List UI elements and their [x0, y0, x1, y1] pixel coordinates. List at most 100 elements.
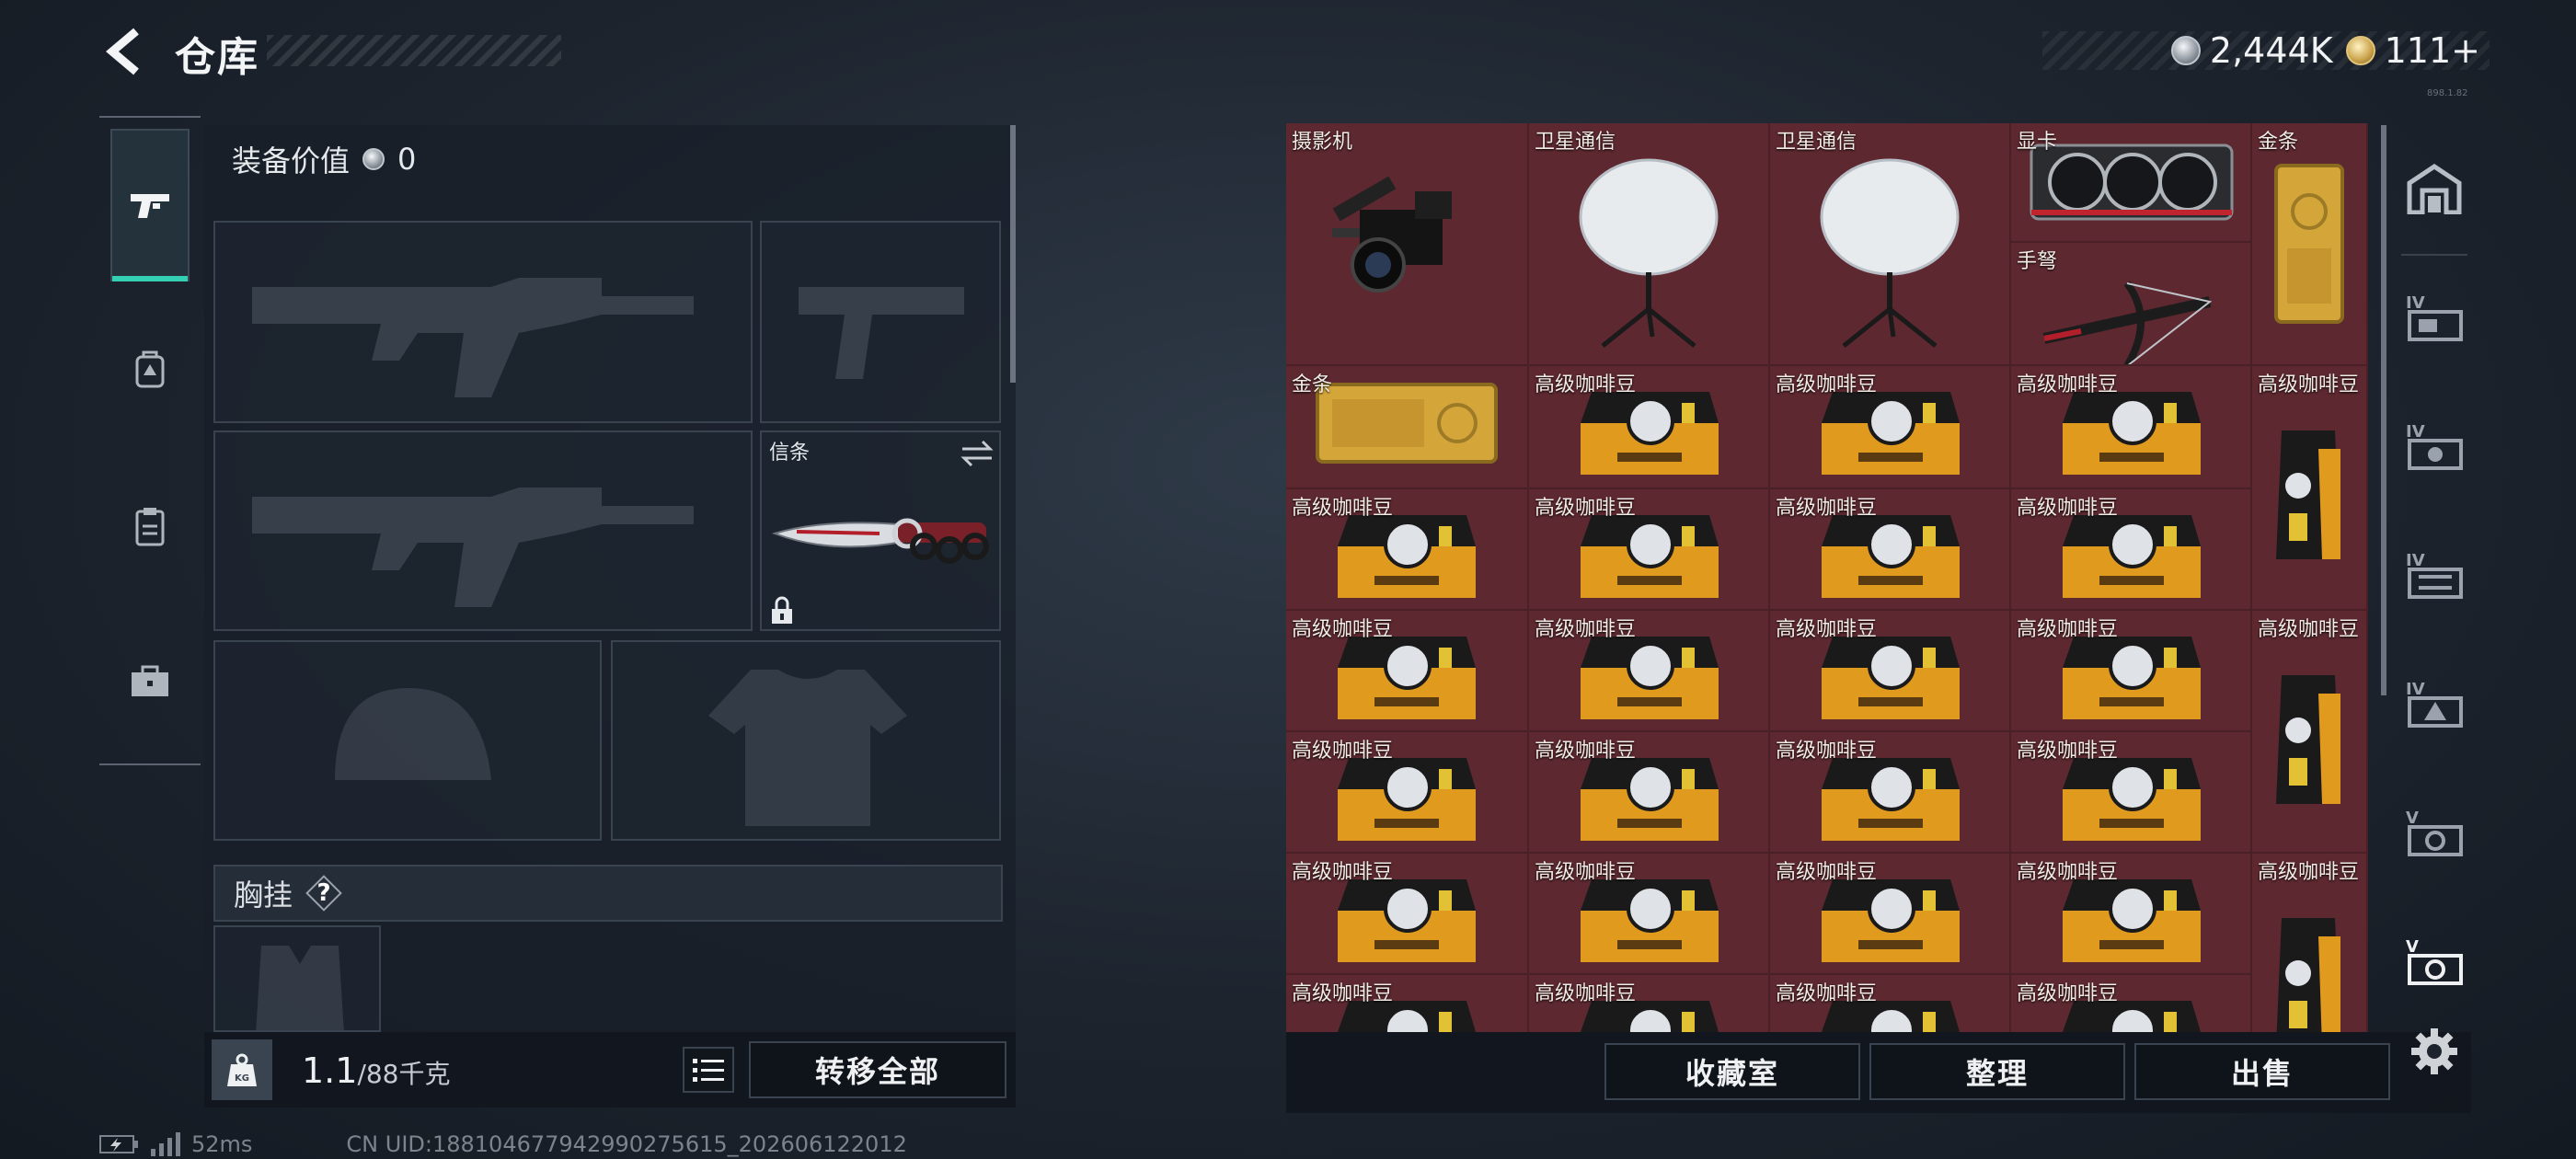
storage-scrollbar[interactable]	[2381, 125, 2386, 695]
chest-rig-label: 胸挂	[234, 878, 293, 912]
storage-item-label: 高级咖啡豆	[2017, 373, 2119, 396]
tab-case[interactable]	[110, 605, 190, 758]
storage-item-label: 高级咖啡豆	[1535, 861, 1637, 884]
settings-button[interactable]	[2396, 1001, 2473, 1102]
storage-item-label: 高级咖啡豆	[1776, 861, 1878, 884]
tab-vest[interactable]	[110, 451, 190, 603]
storage-item-label: 高级咖啡豆	[1292, 982, 1394, 1005]
storage-item-coffee[interactable]: 高级咖啡豆	[2011, 975, 2252, 1032]
backpack-icon	[135, 350, 165, 388]
primary-weapon-slot[interactable]	[213, 221, 753, 423]
storage-item-label: 高级咖啡豆	[1535, 497, 1637, 520]
currency-bar: 2,444K 111+	[2042, 30, 2490, 71]
storage-item-label: 金条	[1292, 373, 1333, 396]
storage-item-coffee[interactable]: 高级咖啡豆	[2011, 489, 2252, 611]
back-button[interactable]	[99, 26, 151, 77]
storage-item-coffee[interactable]: 高级咖啡豆	[1770, 489, 2011, 611]
swap-icon[interactable]	[959, 438, 995, 469]
storage-item-coffee[interactable]: 高级咖啡豆	[1770, 975, 2011, 1032]
storage-item-coffee[interactable]: 高级咖啡豆	[1286, 854, 1529, 975]
storage-expansion-icon: IV	[2406, 551, 2463, 599]
storage-item-coffee[interactable]: 高级咖啡豆	[1286, 975, 1529, 1032]
storage-item-coffee[interactable]: 高级咖啡豆	[1529, 975, 1770, 1032]
storage-item-gpu[interactable]: 显卡	[2011, 123, 2252, 243]
storage-item-coffee-tall[interactable]: 高级咖啡豆	[2252, 366, 2368, 611]
storage-item-coffee[interactable]: 高级咖啡豆	[1529, 732, 1770, 854]
storage-grid: 摄影机 卫星通信 卫星通信 显卡 手弩 金条 金条 高级咖啡豆 高级咖啡豆 高级咖啡豆 高级咖啡豆高…	[1286, 123, 2372, 1032]
organize-button[interactable]: 整理	[1869, 1043, 2125, 1100]
tab-storage-iv-c[interactable]: IV	[2396, 524, 2473, 625]
storage-item-coffee[interactable]: 高级咖啡豆	[2011, 366, 2252, 489]
helmet-silhouette-icon	[335, 688, 491, 780]
chest-rig-silhouette-icon	[256, 946, 344, 1030]
svg-text:IV: IV	[2406, 293, 2425, 313]
tab-backpack[interactable]	[110, 293, 190, 445]
tab-storage-iv-b[interactable]: IV	[2396, 396, 2473, 497]
list-view-button[interactable]	[683, 1047, 734, 1093]
storage-item-crossbow[interactable]: 手弩	[2011, 243, 2252, 366]
armor-silhouette-icon	[708, 670, 907, 826]
storage-item-label: 高级咖啡豆	[1535, 740, 1637, 763]
secondary-weapon-slot[interactable]	[760, 221, 1001, 423]
tab-storage-v-active[interactable]: V	[2396, 911, 2473, 1012]
tab-weapons[interactable]	[110, 129, 190, 281]
storage-item-coffee[interactable]: 高级咖啡豆	[2011, 611, 2252, 732]
battery-icon	[99, 1135, 138, 1153]
storage-item-coffee[interactable]: 高级咖啡豆	[1529, 366, 1770, 489]
storage-item-label: 高级咖啡豆	[1292, 618, 1394, 641]
melee-item-label: 信条	[769, 442, 811, 465]
storage-item-label: 高级咖啡豆	[1535, 618, 1637, 641]
collection-room-button[interactable]: 收藏室	[1604, 1043, 1860, 1100]
storage-item-dish[interactable]: 卫星通信	[1529, 123, 1770, 366]
storage-item-label: 高级咖啡豆	[1776, 618, 1878, 641]
storage-item-label: 金条	[2258, 131, 2299, 154]
storage-expansion-icon: IV	[2406, 680, 2463, 728]
chest-rig-slot[interactable]	[213, 925, 381, 1032]
storage-item-coffee[interactable]: 高级咖啡豆	[1770, 854, 2011, 975]
storage-item-coffee-tall[interactable]: 高级咖啡豆	[2252, 854, 2368, 1032]
storage-item-camera[interactable]: 摄影机	[1286, 123, 1529, 366]
storage-item-label: 高级咖啡豆	[1776, 497, 1878, 520]
sell-button[interactable]: 出售	[2134, 1043, 2390, 1100]
gear-icon	[2411, 1028, 2457, 1074]
storage-item-dish[interactable]: 卫星通信	[1770, 123, 2011, 366]
storage-item-label: 高级咖啡豆	[1535, 373, 1637, 396]
melee-slot[interactable]: 信条	[760, 430, 1001, 631]
storage-item-coffee[interactable]: 高级咖啡豆	[2011, 732, 2252, 854]
weight-current: 1.1	[302, 1050, 358, 1091]
equipment-scrollbar[interactable]	[1010, 125, 1016, 383]
silver-coin-icon	[362, 148, 385, 170]
tab-storage-iv-a[interactable]: IV	[2396, 267, 2473, 368]
silver-currency[interactable]: 2,444K	[2170, 30, 2333, 71]
storage-item-coffee[interactable]: 高级咖啡豆	[2011, 854, 2252, 975]
storage-item-coffee[interactable]: 高级咖啡豆	[1286, 732, 1529, 854]
storage-item-coffee[interactable]: 高级咖啡豆	[1286, 611, 1529, 732]
storage-item-label: 高级咖啡豆	[2258, 373, 2360, 396]
tab-warehouse[interactable]	[2396, 138, 2473, 239]
storage-item-coffee-tall[interactable]: 高级咖啡豆	[2252, 611, 2368, 854]
storage-item-coffee[interactable]: 高级咖啡豆	[1529, 611, 1770, 732]
storage-item-coffee[interactable]: 高级咖啡豆	[1770, 366, 2011, 489]
storage-item-label: 高级咖啡豆	[1776, 373, 1878, 396]
transfer-all-button[interactable]: 转移全部	[749, 1041, 1006, 1098]
storage-item-coffee[interactable]: 高级咖啡豆	[1286, 489, 1529, 611]
gold-currency[interactable]: 111+	[2345, 30, 2480, 71]
status-bar: 52ms CN UID:188104677942990275615_202606…	[99, 1130, 907, 1159]
armor-slot[interactable]	[611, 640, 1001, 841]
storage-item-label: 高级咖啡豆	[2017, 497, 2119, 520]
chest-rig-header: 胸挂 ?	[213, 865, 1003, 922]
storage-item-label: 高级咖啡豆	[1776, 740, 1878, 763]
second-primary-weapon-slot[interactable]	[213, 430, 753, 631]
storage-item-goldbar[interactable]: 金条	[1286, 366, 1529, 489]
tab-storage-iv-d[interactable]: IV	[2396, 653, 2473, 754]
storage-item-coffee[interactable]: 高级咖啡豆	[1529, 854, 1770, 975]
storage-item-goldbar-tall[interactable]: 金条	[2252, 123, 2368, 366]
storage-item-coffee[interactable]: 高级咖啡豆	[1770, 611, 2011, 732]
helmet-slot[interactable]	[213, 640, 602, 841]
knife-icon	[771, 518, 989, 564]
help-icon[interactable]: ?	[305, 875, 342, 912]
storage-item-coffee[interactable]: 高级咖啡豆	[1529, 489, 1770, 611]
storage-item-label: 高级咖啡豆	[2017, 740, 2119, 763]
tab-storage-v[interactable]: V	[2396, 782, 2473, 883]
storage-item-coffee[interactable]: 高级咖啡豆	[1770, 732, 2011, 854]
